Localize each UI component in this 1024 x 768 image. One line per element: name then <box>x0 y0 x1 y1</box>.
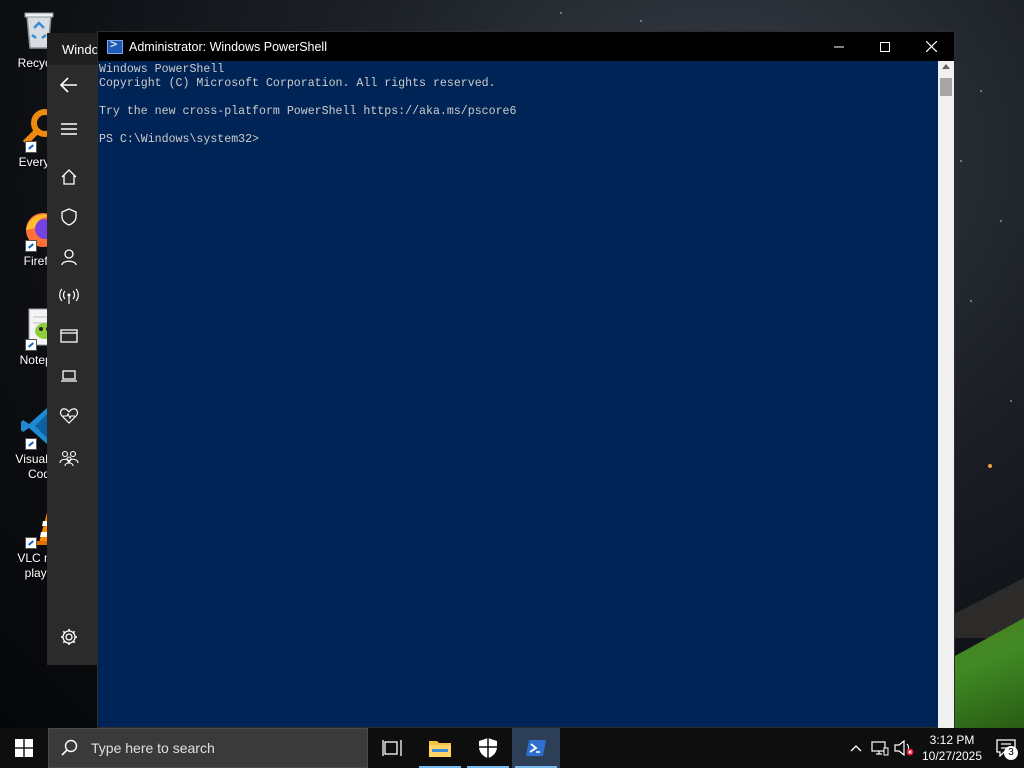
antenna-icon <box>59 288 79 304</box>
file-explorer-icon <box>429 741 451 757</box>
maximize-icon <box>880 41 890 52</box>
console-line: Windows PowerShell <box>99 63 225 76</box>
heart-pulse-icon <box>59 408 79 424</box>
nav-account-protection[interactable] <box>47 239 91 275</box>
maximize-button[interactable] <box>862 32 908 61</box>
powershell-taskbar-button[interactable] <box>512 728 560 768</box>
clock-time: 3:12 PM <box>929 733 975 747</box>
back-button[interactable] <box>47 67 91 103</box>
network-icon <box>871 741 889 756</box>
clock-date: 10/27/2025 <box>921 749 983 763</box>
app-browser-icon <box>60 329 78 343</box>
window-title: Administrator: Windows PowerShell <box>129 39 327 54</box>
console-line: Copyright (C) Microsoft Corporation. All… <box>99 77 496 90</box>
taskbar: Type here to search 3:12 PM 10/27/2025 3 <box>0 728 1024 768</box>
shield-icon <box>61 208 77 226</box>
home-icon <box>61 169 77 185</box>
show-hidden-icons-button[interactable] <box>844 728 868 768</box>
vertical-scrollbar[interactable] <box>938 61 954 729</box>
nav-firewall-network[interactable] <box>47 278 91 314</box>
close-button[interactable] <box>908 32 954 61</box>
shortcut-arrow-icon <box>25 240 37 252</box>
taskbar-search-box[interactable]: Type here to search <box>48 728 368 768</box>
notification-count-badge: 3 <box>1004 746 1018 760</box>
menu-button[interactable] <box>47 111 91 147</box>
close-icon <box>925 41 937 52</box>
scroll-up-arrow-icon[interactable] <box>942 64 950 69</box>
volume-button[interactable] <box>892 728 916 768</box>
volume-muted-icon <box>894 740 914 756</box>
task-view-button[interactable] <box>368 728 416 768</box>
powershell-titlebar[interactable]: Administrator: Windows PowerShell <box>98 32 954 61</box>
planet-dot <box>988 464 992 468</box>
hamburger-menu-icon <box>61 123 77 135</box>
scrollbar-thumb[interactable] <box>940 78 952 96</box>
family-icon <box>59 450 79 467</box>
windows-security-icon <box>479 738 497 758</box>
console-prompt[interactable]: PS C:\Windows\system32> <box>99 133 939 147</box>
powershell-icon <box>526 740 546 756</box>
windows-logo-icon <box>15 739 33 757</box>
action-center-button[interactable]: 3 <box>988 728 1024 768</box>
nav-home[interactable] <box>47 159 91 195</box>
powershell-icon <box>107 37 123 54</box>
shortcut-arrow-icon <box>25 339 37 351</box>
back-arrow-icon <box>59 77 77 93</box>
nav-device-security[interactable] <box>47 358 91 394</box>
task-view-icon <box>382 740 402 756</box>
powershell-window[interactable]: Administrator: Windows PowerShell Window… <box>97 31 955 729</box>
person-icon <box>61 249 77 266</box>
minimize-icon <box>834 46 844 47</box>
file-explorer-button[interactable] <box>416 728 464 768</box>
search-icon <box>61 739 78 756</box>
chevron-up-icon <box>850 745 862 752</box>
nav-settings[interactable] <box>47 619 91 655</box>
nav-app-browser-control[interactable] <box>47 318 91 354</box>
console-line: Try the new cross-platform PowerShell ht… <box>99 105 517 118</box>
windows-security-button[interactable] <box>464 728 512 768</box>
nav-virus-protection[interactable] <box>47 199 91 235</box>
search-placeholder: Type here to search <box>91 740 215 756</box>
console-output[interactable]: Windows PowerShell Copyright (C) Microsof… <box>98 61 939 729</box>
nav-device-performance[interactable] <box>47 398 91 434</box>
gear-icon <box>61 629 77 645</box>
network-button[interactable] <box>868 728 892 768</box>
shortcut-arrow-icon <box>25 141 37 153</box>
clock[interactable]: 3:12 PM 10/27/2025 <box>916 732 988 764</box>
nav-family-options[interactable] <box>47 440 91 476</box>
shortcut-arrow-icon <box>25 537 37 549</box>
shortcut-arrow-icon <box>25 438 37 450</box>
start-button[interactable] <box>0 728 48 768</box>
minimize-button[interactable] <box>816 32 862 61</box>
system-tray: 3:12 PM 10/27/2025 3 <box>844 728 1024 768</box>
laptop-icon <box>61 370 77 382</box>
